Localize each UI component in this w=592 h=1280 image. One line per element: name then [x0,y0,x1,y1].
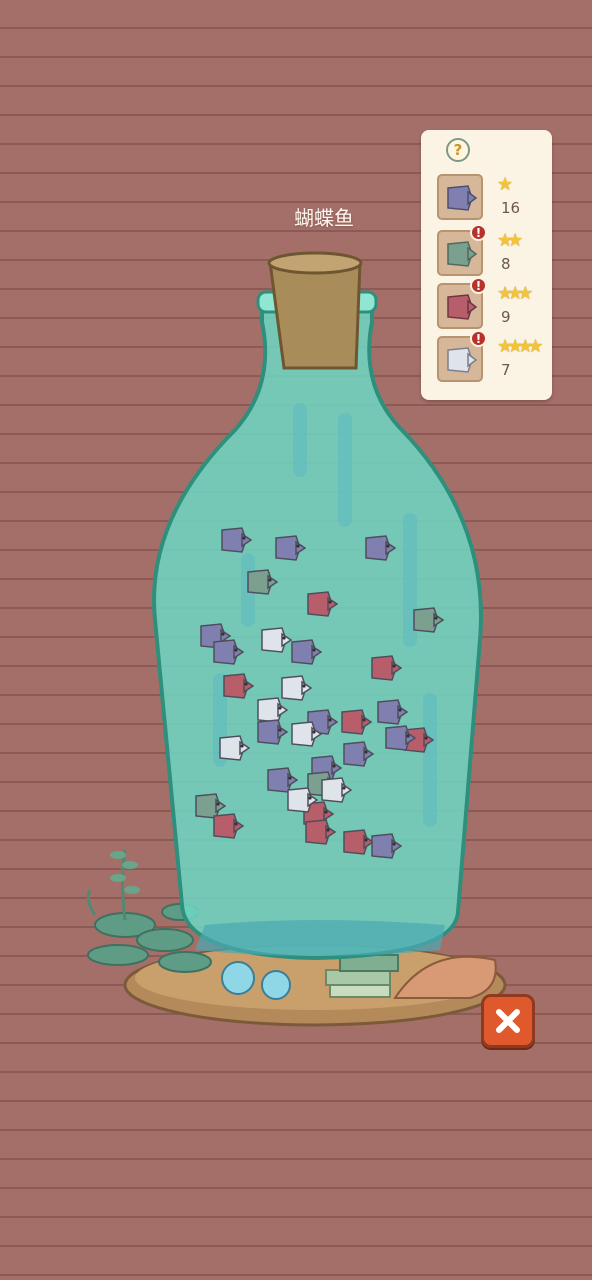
alert-icon: ! [470,277,487,294]
game-scene: 蝴蝶鱼 ? ★ 16 ! ★★ 8 ! ★★★ 9 ! ★★★★ 7 [0,0,592,1280]
collection-row-3[interactable]: ! ★★★ 9 [437,277,547,331]
fish-count: 9 [501,308,511,326]
fish-icon [447,185,478,211]
close-button[interactable] [481,994,535,1048]
alert-icon: ! [470,330,487,347]
fish-thumbnail[interactable] [437,174,483,220]
fish-icon [447,294,478,320]
star-rating-3: ★★★ [497,283,534,304]
help-button[interactable]: ? [446,138,470,162]
fish-count: 16 [501,199,521,217]
fish-count: 8 [501,255,511,273]
star-rating-4: ★★★★ [497,336,543,357]
star-rating-2: ★★ [497,230,523,251]
fish-icon [447,347,478,373]
collection-row-4[interactable]: ! ★★★★ 7 [437,330,547,384]
plant-sprig [86,849,127,921]
collection-row-2[interactable]: ! ★★ 8 [437,224,547,278]
close-x-icon [496,1009,520,1033]
alert-icon: ! [470,224,487,241]
cork [268,260,362,370]
marble [261,970,291,1000]
fish-collection-panel: ? ★ 16 ! ★★ 8 ! ★★★ 9 ! ★★★★ 7 [421,130,552,400]
collection-row-1[interactable]: ★ 16 [437,174,547,222]
marble [221,961,255,995]
fish-count: 7 [501,361,511,379]
fish-icon [447,241,478,267]
star-rating-1: ★ [497,174,513,195]
